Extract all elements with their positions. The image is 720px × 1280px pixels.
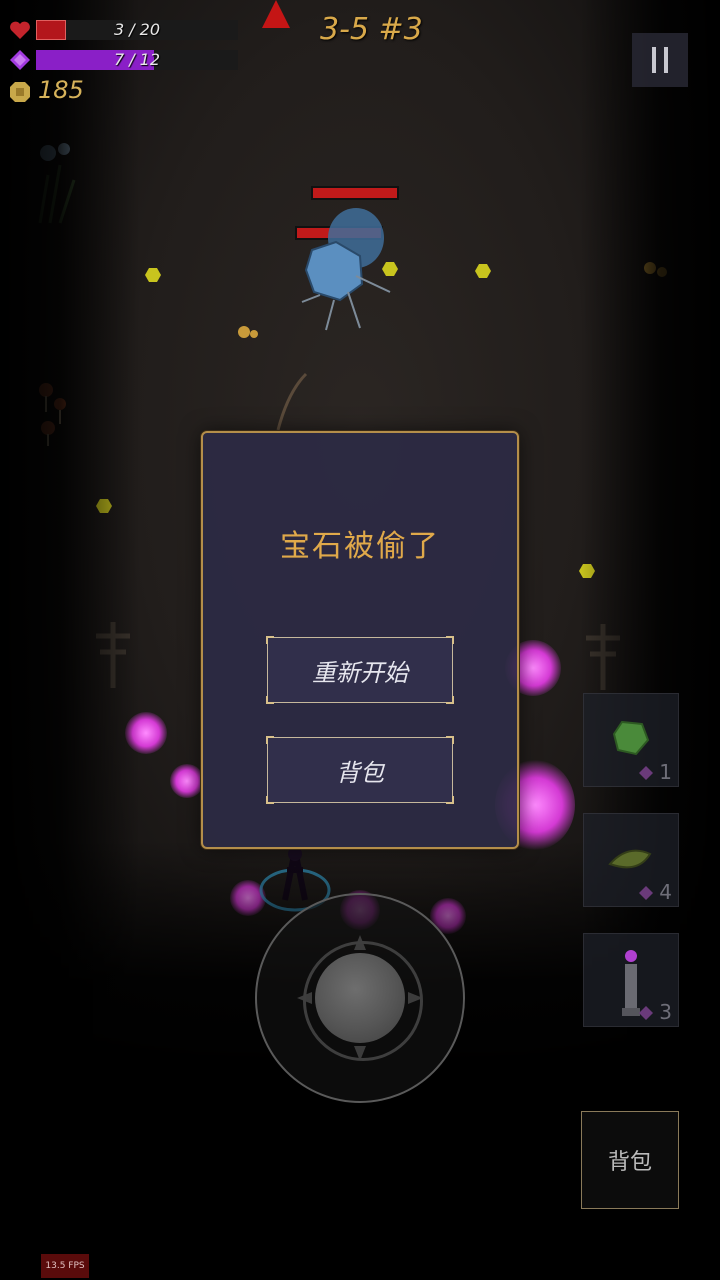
item-slot-2[interactable]: 4 [583, 813, 679, 907]
slot-count: 3 [659, 1000, 672, 1024]
mushroom-small [238, 326, 258, 338]
enemy-health-bar [311, 186, 399, 200]
dialog-backpack-label: 背包 [336, 758, 384, 787]
mana-crystal-icon [10, 50, 30, 70]
magic-orb [125, 712, 167, 754]
gold-counter: 185 [38, 76, 84, 104]
offscreen-enemy-marker [262, 0, 290, 28]
gold-gem [145, 268, 161, 282]
gold-gem [475, 264, 491, 278]
spider-enemy [301, 208, 391, 331]
item-slot-1[interactable]: 1 [583, 693, 679, 787]
mana-crystal-icon [639, 766, 653, 780]
plant-cluster [38, 143, 76, 224]
magic-orb [170, 764, 204, 798]
gem-stolen-dialog: 宝石被偷了 重新开始 背包 [201, 431, 519, 849]
joystick-knob[interactable] [315, 953, 405, 1043]
health-text: 3 / 20 [113, 20, 161, 39]
gold-coin-icon [10, 82, 30, 102]
heart-icon [10, 21, 30, 39]
green-gem-icon [612, 720, 650, 756]
mana-crystal-icon [639, 1006, 653, 1020]
virtual-joystick[interactable] [255, 893, 465, 1103]
fps-counter: 13.5 FPS [41, 1254, 89, 1278]
stage-indicator: 3-5 #3 [320, 12, 423, 47]
gold-gem [96, 499, 112, 513]
pause-icon [652, 47, 656, 73]
item-slot-3[interactable]: 3 [583, 933, 679, 1027]
mana-crystal-icon [639, 886, 653, 900]
restart-button[interactable]: 重新开始 [266, 636, 454, 704]
grave-cross [96, 622, 130, 688]
dialog-title: 宝石被偷了 [280, 529, 440, 564]
leaf-gem-icon [608, 849, 652, 869]
pause-button[interactable] [632, 33, 688, 87]
dialog-backpack-button[interactable]: 背包 [266, 736, 454, 804]
health-bar: 3 / 20 [36, 20, 238, 40]
slot-count: 4 [659, 880, 672, 904]
backpack-button-label: 背包 [607, 1150, 652, 1175]
stick-debris [276, 372, 308, 431]
restart-button-label: 重新开始 [312, 658, 408, 687]
mushroom-cluster [39, 383, 66, 446]
mana-text: 7 / 12 [113, 50, 161, 69]
backpack-button[interactable]: 背包 [581, 1111, 679, 1209]
mana-bar: 7 / 12 [36, 50, 238, 70]
grave-cross [586, 624, 620, 690]
slot-count: 1 [659, 760, 672, 784]
gold-gem [579, 564, 595, 578]
mushroom-cluster [644, 262, 667, 277]
